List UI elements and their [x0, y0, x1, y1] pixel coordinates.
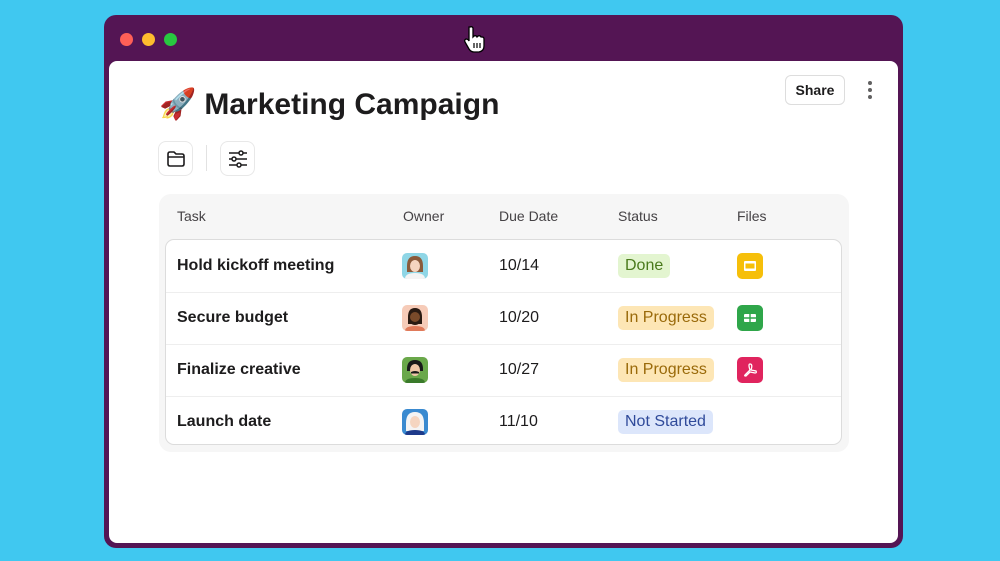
pdf-icon[interactable] [737, 357, 763, 383]
app-window: 🚀 Marketing Campaign Share Task Owner Du… [104, 15, 903, 548]
owner-cell [402, 396, 428, 448]
page-title: 🚀 Marketing Campaign [159, 87, 499, 122]
table-body: Hold kickoff meeting 10/14 Done Secure b… [165, 239, 842, 445]
column-header-files[interactable]: Files [737, 208, 767, 224]
status-cell: Not Started [618, 396, 713, 448]
page-title-text: Marketing Campaign [204, 87, 500, 121]
files-cell [737, 240, 763, 292]
column-header-task[interactable]: Task [177, 208, 206, 224]
share-button[interactable]: Share [785, 75, 845, 105]
table-row[interactable]: Hold kickoff meeting 10/14 Done [166, 240, 841, 293]
avatar-man-beard[interactable] [402, 305, 428, 331]
slides-icon[interactable] [737, 253, 763, 279]
task-name: Finalize creative [177, 361, 301, 378]
due-date: 10/14 [499, 257, 540, 274]
column-header-due-date[interactable]: Due Date [499, 208, 558, 224]
avatar-woman-white-hair[interactable] [402, 409, 428, 435]
filter-button[interactable] [220, 141, 255, 176]
folder-button[interactable] [158, 141, 193, 176]
minimize-window-button[interactable] [142, 33, 155, 46]
table-row[interactable]: Secure budget 10/20 In Progress [166, 292, 841, 345]
status-cell: In Progress [618, 344, 714, 396]
hand-cursor-icon [464, 26, 485, 53]
status-badge[interactable]: Done [618, 254, 671, 278]
due-date: 11/10 [499, 413, 538, 430]
close-window-button[interactable] [120, 33, 133, 46]
owner-cell [402, 240, 428, 292]
status-badge[interactable]: In Progress [618, 358, 714, 382]
owner-cell [402, 292, 428, 344]
sliders-icon [228, 149, 247, 168]
due-date: 10/20 [499, 309, 540, 326]
status-cell: Done [618, 240, 671, 292]
task-table: Task Owner Due Date Status Files Hold ki… [159, 194, 849, 452]
avatar-woman-brown-hair[interactable] [402, 253, 428, 279]
content-panel: 🚀 Marketing Campaign Share Task Owner Du… [109, 61, 898, 543]
column-header-status[interactable]: Status [618, 208, 658, 224]
status-cell: In Progress [618, 292, 714, 344]
table-row[interactable]: Launch date 11/10 Not Started [166, 396, 841, 448]
table-row[interactable]: Finalize creative 10/27 In Progress [166, 344, 841, 397]
files-cell [737, 344, 763, 396]
maximize-window-button[interactable] [164, 33, 177, 46]
task-name: Hold kickoff meeting [177, 257, 335, 274]
rocket-icon: 🚀 [159, 88, 197, 121]
traffic-lights [120, 33, 177, 46]
sheets-icon[interactable] [737, 305, 763, 331]
more-options-icon[interactable] [864, 79, 876, 101]
task-name: Secure budget [177, 309, 289, 326]
status-badge[interactable]: In Progress [618, 306, 714, 330]
task-name: Launch date [177, 413, 272, 430]
toolbar-divider [206, 145, 207, 171]
avatar-man-mustache[interactable] [402, 357, 428, 383]
folder-icon [166, 150, 185, 167]
owner-cell [402, 344, 428, 396]
column-header-owner[interactable]: Owner [403, 208, 444, 224]
files-cell [737, 292, 763, 344]
status-badge[interactable]: Not Started [618, 410, 713, 434]
due-date: 10/27 [499, 361, 540, 378]
